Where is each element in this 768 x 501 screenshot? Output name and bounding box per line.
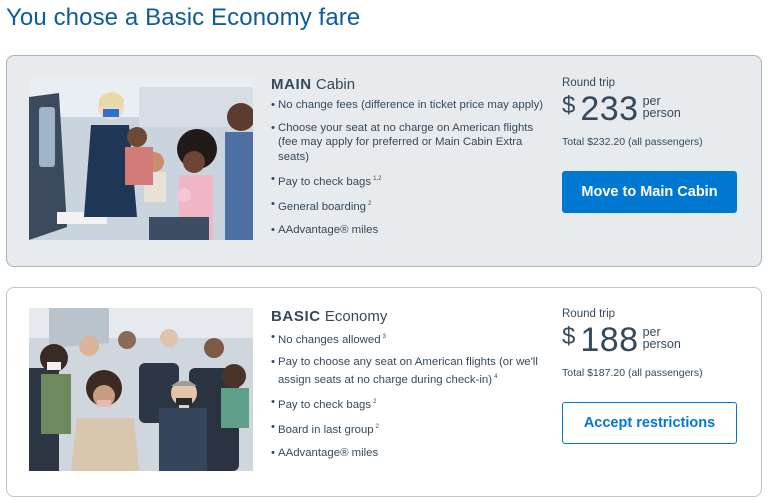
feature-item: Choose your seat at no charge on America… <box>271 121 551 165</box>
basic-economy-title: BASIC Economy <box>271 308 551 325</box>
basic-economy-card: BASIC Economy No changes allowed3 Pay to… <box>6 287 762 497</box>
basic-economy-price: Round trip $ 188 per person Total $187.2… <box>562 308 742 444</box>
main-cabin-card: MAIN Cabin No change fees (difference in… <box>6 55 762 267</box>
currency-symbol: $ <box>562 323 576 350</box>
feature-item: No change fees (difference in ticket pri… <box>271 98 551 113</box>
move-to-main-cabin-button[interactable]: Move to Main Cabin <box>562 171 737 213</box>
main-cabin-price: Round trip $ 233 per person Total $232.2… <box>562 77 742 213</box>
feature-item: AAdvantage® miles <box>271 223 551 238</box>
feature-item: No changes allowed3 <box>271 330 551 347</box>
feature-item: Pay to check bags2 <box>271 395 551 412</box>
main-cabin-info: MAIN Cabin No change fees (difference in… <box>271 76 551 245</box>
basic-economy-features: No changes allowed3 Pay to choose any se… <box>271 330 551 460</box>
basic-economy-photo <box>29 308 253 471</box>
main-cabin-title-rest: Cabin <box>315 76 356 93</box>
basic-economy-title-strong: BASIC <box>271 308 321 325</box>
footnote-marker[interactable]: 3 <box>383 334 386 340</box>
footnote-marker[interactable]: 2 <box>373 399 376 405</box>
basic-economy-info: BASIC Economy No changes allowed3 Pay to… <box>271 308 551 468</box>
total-price: Total $232.20 (all passengers) <box>562 136 703 148</box>
per-person-label: per person <box>642 94 681 120</box>
page-title: You chose a Basic Economy fare <box>6 4 361 31</box>
footnote-marker[interactable]: 2 <box>376 424 379 430</box>
basic-economy-title-rest: Economy <box>324 308 388 325</box>
main-cabin-title: MAIN Cabin <box>271 76 551 93</box>
footnote-marker[interactable]: 2 <box>368 201 371 207</box>
feature-item: Pay to check bags1,2 <box>271 172 551 189</box>
price-row: $ 233 per person <box>562 92 742 128</box>
footnote-marker[interactable]: 4 <box>494 374 497 380</box>
main-cabin-photo <box>29 77 253 240</box>
main-cabin-title-strong: MAIN <box>271 76 312 93</box>
price-amount: 233 <box>580 90 639 128</box>
per-person-label: per person <box>642 325 681 351</box>
feature-item: AAdvantage® miles <box>271 446 551 461</box>
footnote-marker[interactable]: 1,2 <box>373 176 381 182</box>
price-row: $ 188 per person <box>562 323 742 359</box>
accept-restrictions-button[interactable]: Accept restrictions <box>562 402 737 444</box>
price-amount: 188 <box>580 321 639 359</box>
feature-item: General boarding2 <box>271 197 551 214</box>
trip-label: Round trip <box>562 308 616 320</box>
currency-symbol: $ <box>562 92 576 119</box>
total-price: Total $187.20 (all passengers) <box>562 367 703 379</box>
feature-item: Board in last group2 <box>271 420 551 437</box>
trip-label: Round trip <box>562 77 616 89</box>
main-cabin-features: No change fees (difference in ticket pri… <box>271 98 551 237</box>
feature-item: Pay to choose any seat on American fligh… <box>271 355 551 387</box>
